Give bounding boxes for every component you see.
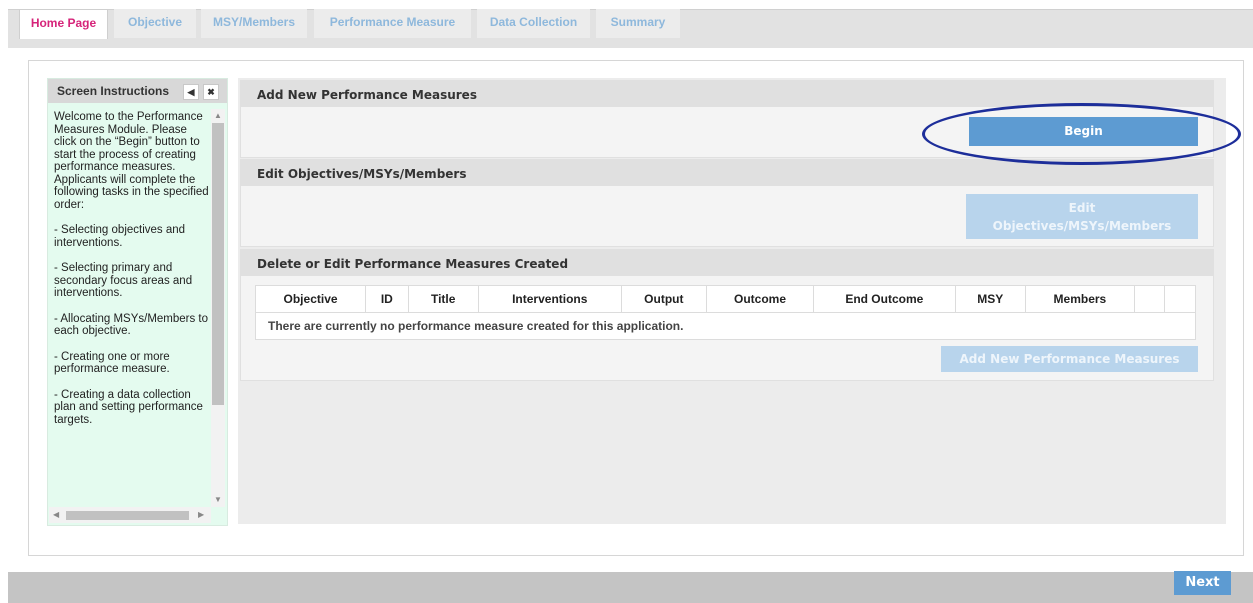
edit-section: Edit Objectives/MSYs/Members Edit Object… (240, 159, 1214, 247)
scroll-left-icon[interactable]: ◀ (53, 510, 59, 519)
close-icon[interactable]: ✖ (203, 84, 219, 100)
footer-bar (8, 572, 1253, 603)
column-header (1164, 285, 1196, 313)
scroll-right-icon[interactable]: ▶ (198, 510, 204, 519)
column-header: Title (407, 285, 479, 313)
tab-objective[interactable]: Objective (114, 9, 196, 38)
performance-measures-table: Objective ID Title Interventions Output … (254, 285, 1196, 340)
edit-objectives-button[interactable]: Edit Objectives/MSYs/Members (966, 194, 1198, 239)
instructions-paragraph: Welcome to the Performance Measures Modu… (54, 111, 209, 211)
column-header: End Outcome (813, 285, 956, 313)
tab-summary[interactable]: Summary (596, 9, 680, 38)
tab-msy-members[interactable]: MSY/Members (201, 9, 307, 38)
tab-performance-measure[interactable]: Performance Measure (314, 9, 471, 38)
column-header: Interventions (477, 285, 622, 313)
instructions-paragraph: - Creating one or more performance measu… (54, 350, 170, 376)
instructions-paragraph: - Selecting primary and secondary focus … (54, 262, 193, 299)
column-header: Objective (254, 285, 367, 313)
vertical-scrollbar[interactable]: ▲ ▼ (211, 109, 225, 507)
instructions-text: Welcome to the Performance Measures Modu… (54, 111, 210, 439)
scroll-down-icon[interactable]: ▼ (214, 495, 222, 504)
instructions-header: Screen Instructions ◀ ✖ (48, 79, 227, 103)
edit-objectives-button-line2: Objectives/MSYs/Members (992, 219, 1172, 233)
instructions-paragraph: - Creating a data collection plan and se… (54, 388, 203, 426)
scroll-up-icon[interactable]: ▲ (214, 111, 222, 120)
section-header: Delete or Edit Performance Measures Crea… (241, 250, 1213, 276)
horizontal-scrollbar[interactable]: ◀ ▶ (49, 507, 211, 523)
tab-data-collection[interactable]: Data Collection (477, 9, 590, 38)
column-header: Output (620, 285, 707, 313)
collapse-left-icon[interactable]: ◀ (183, 84, 199, 100)
vertical-scroll-thumb[interactable] (212, 123, 224, 405)
column-header (1133, 285, 1166, 313)
screen-instructions-panel: Screen Instructions ◀ ✖ Welcome to the P… (47, 78, 228, 526)
add-new-performance-measures-button[interactable]: Add New Performance Measures (941, 346, 1198, 372)
tab-home-page[interactable]: Home Page (19, 9, 108, 39)
table-header-row: Objective ID Title Interventions Output … (254, 285, 1196, 313)
next-button[interactable]: Next (1174, 571, 1231, 595)
section-title: Edit Objectives/MSYs/Members (257, 167, 467, 181)
highlight-ellipse-annotation (922, 103, 1241, 165)
empty-table-message: There are currently no performance measu… (255, 312, 1196, 340)
section-title: Add New Performance Measures (257, 88, 477, 102)
column-header: ID (365, 285, 409, 313)
table-row: There are currently no performance measu… (255, 312, 1196, 340)
instructions-paragraph: - Allocating MSYs/Members to each object… (54, 312, 209, 338)
instructions-title: Screen Instructions (57, 84, 170, 98)
instructions-paragraph: - Selecting objectives and interventions… (54, 224, 186, 249)
horizontal-scroll-thumb[interactable] (66, 511, 189, 520)
column-header: Members (1024, 285, 1135, 313)
edit-objectives-button-line1: Edit (1068, 201, 1096, 215)
column-header: Outcome (705, 285, 815, 313)
column-header: MSY (954, 285, 1026, 313)
section-title: Delete or Edit Performance Measures Crea… (257, 257, 569, 271)
